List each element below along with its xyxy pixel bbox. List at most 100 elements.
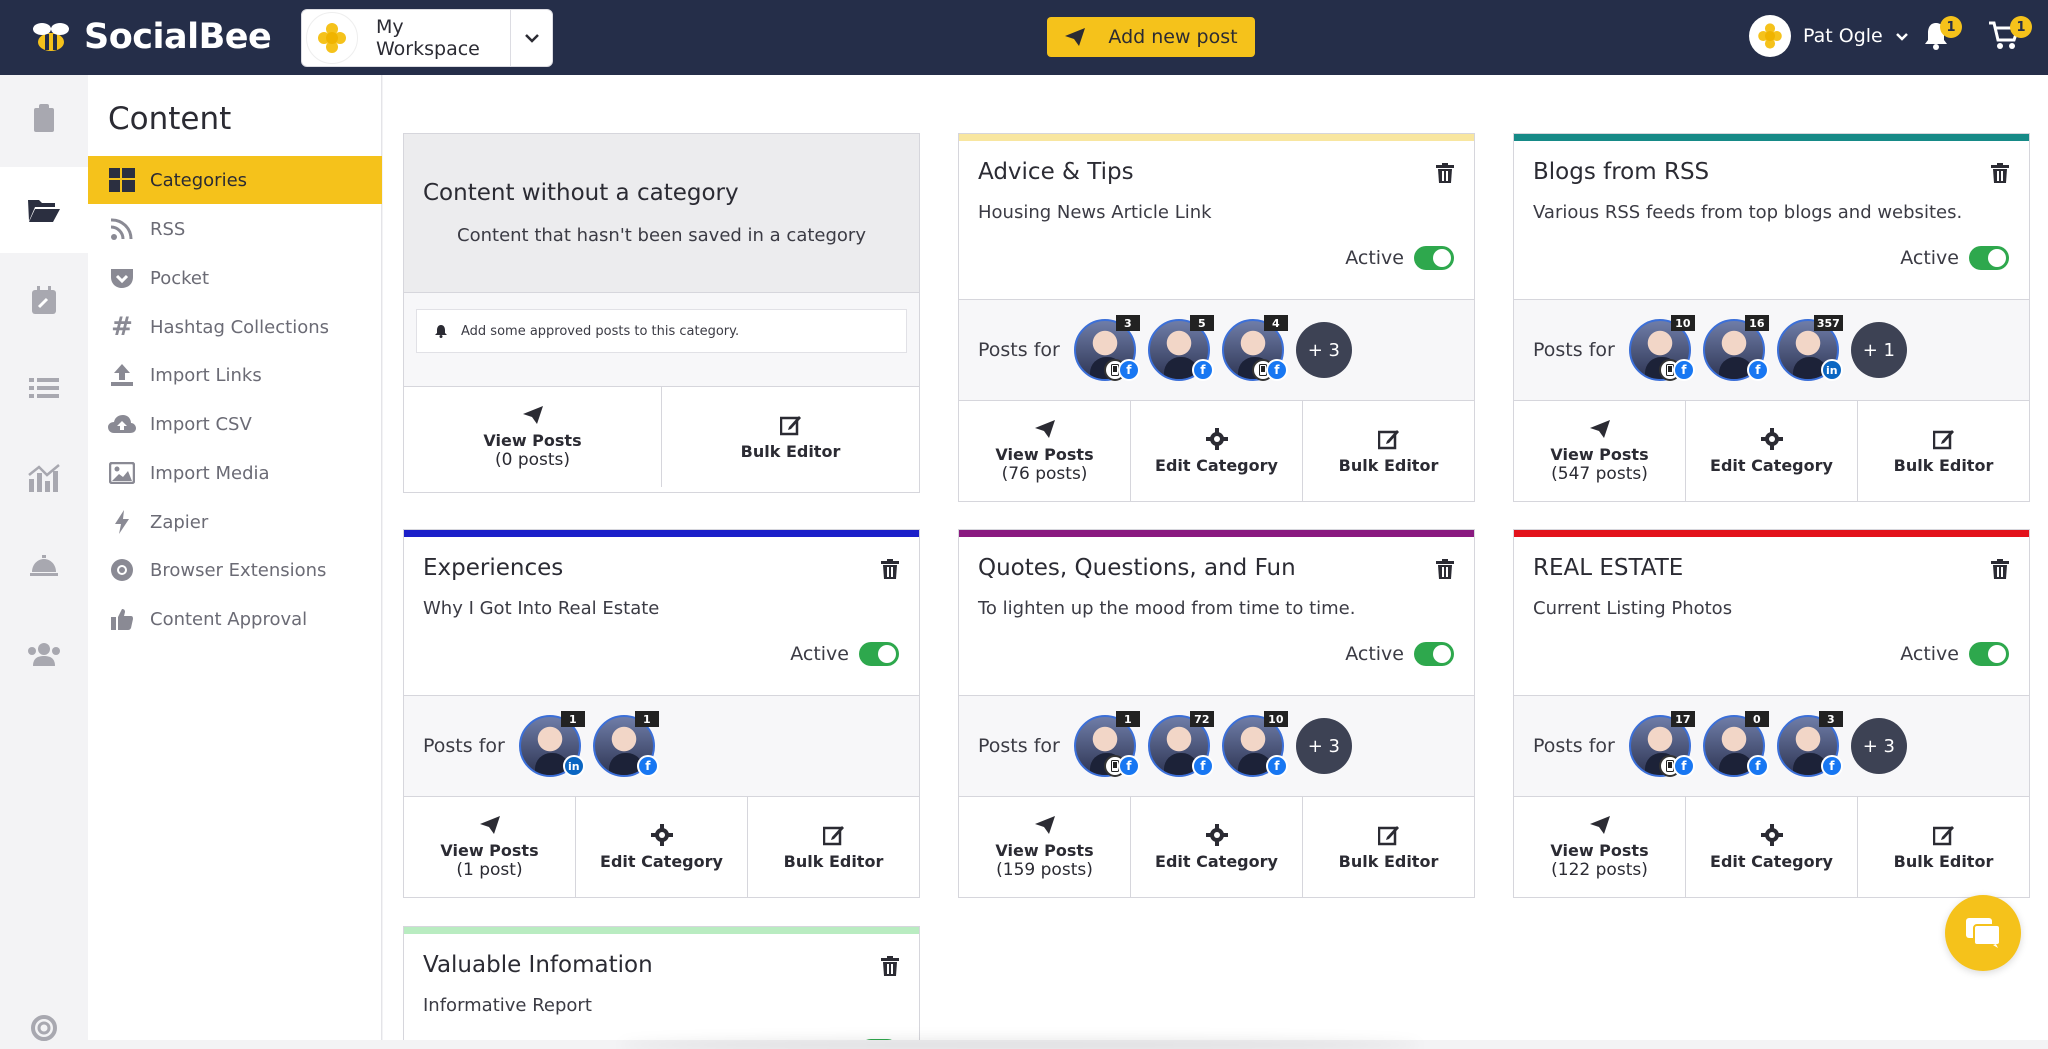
profile-post-count: 4 [1263,315,1288,331]
more-profiles-button[interactable]: + 1 [1850,322,1907,378]
menu-item-import-csv[interactable]: Import CSV [88,400,382,448]
edit-category-button[interactable]: Edit Category [576,797,748,897]
view-posts-button[interactable]: View Posts (159 posts) [959,797,1131,897]
workspace-avatar [306,12,358,64]
delete-category-button[interactable] [881,559,899,583]
active-toggle[interactable] [1414,642,1454,666]
profile-post-count: 1 [634,711,659,727]
bulk-editor-button[interactable]: Bulk Editor [748,797,919,897]
delete-category-button[interactable] [1991,163,2009,187]
profile-avatars: 17 f 0 f 3 f + 3 [1628,711,1907,777]
profile-post-count: 3 [1115,315,1140,331]
menu-item-hashtag-collections[interactable]: # Hashtag Collections [88,303,382,351]
rail-posts[interactable] [0,345,88,431]
profile-avatar[interactable]: 72 f [1147,711,1214,777]
profile-avatar[interactable]: 16 f [1702,315,1769,381]
bulk-editor-button[interactable]: Bulk Editor [1858,401,2029,501]
more-profiles-button[interactable]: + 3 [1850,718,1907,774]
menu-item-rss[interactable]: RSS [88,205,382,253]
profile-avatar[interactable]: 17 f [1628,711,1695,777]
user-name: Pat Ogle [1803,25,1883,47]
delete-category-button[interactable] [881,956,899,980]
rail-schedule[interactable] [0,257,88,343]
posts-for-row: Posts for 1 in 1 f [404,695,919,796]
view-posts-button[interactable]: View Posts (1 post) [404,797,576,897]
edit-category-button[interactable]: Edit Category [1131,797,1303,897]
rail-team[interactable] [0,611,88,697]
bulk-editor-button[interactable]: Bulk Editor [1858,797,2029,897]
rail-concierge[interactable] [0,523,88,609]
view-posts-button[interactable]: View Posts (76 posts) [959,401,1131,501]
post-count: (76 posts) [1001,463,1088,484]
rss-icon [108,215,136,243]
active-toggle[interactable] [859,642,899,666]
add-new-post-button[interactable]: Add new post [1047,17,1255,57]
card-title: Experiences [423,555,564,581]
view-posts-label: View Posts [995,840,1094,860]
rail-help[interactable] [0,985,88,1049]
socialbee-logo[interactable]: SocialBee [28,17,272,57]
menu-item-zapier[interactable]: Zapier [88,498,382,546]
profile-avatar[interactable]: 1 f [1073,711,1140,777]
workspace-selector[interactable]: My Workspace [301,9,553,67]
menu-item-import-links[interactable]: Import Links [88,351,382,399]
profile-avatar[interactable]: 3 f [1776,711,1843,777]
trash-icon [1436,163,1454,183]
edit-icon [1377,825,1399,845]
category-color-stripe [1514,530,2029,537]
profile-avatar[interactable]: 1 f [592,711,659,777]
profile-avatar[interactable]: 0 f [1702,711,1769,777]
menu-item-categories[interactable]: Categories [88,156,382,204]
edit-category-button[interactable]: Edit Category [1131,401,1303,501]
bulk-editor-button[interactable]: Bulk Editor [1303,401,1474,501]
chat-button[interactable] [1945,895,2021,971]
profile-avatar[interactable]: 5 f [1147,315,1214,381]
user-menu[interactable]: Pat Ogle [1749,15,1909,57]
edit-category-button[interactable]: Edit Category [1686,797,1858,897]
profile-avatar[interactable]: 1 in [518,711,585,777]
menu-item-pocket[interactable]: Pocket [88,254,382,302]
rail-content[interactable] [0,167,88,253]
profile-avatar[interactable]: 4 f [1221,315,1288,381]
linkedin-icon: in [1820,359,1843,381]
more-profiles-button[interactable]: + 3 [1295,322,1352,378]
delete-category-button[interactable] [1991,559,2009,583]
no-category-note: Add some approved posts to this category… [416,309,907,353]
view-posts-button[interactable]: View Posts (0 posts) [404,387,662,487]
view-posts-button[interactable]: View Posts (122 posts) [1514,797,1686,897]
profile-avatar[interactable]: 357 in [1776,315,1843,381]
chevron-down-icon [1895,32,1908,41]
menu-item-content-approval[interactable]: Content Approval [88,595,382,643]
facebook-icon: f [1117,755,1140,777]
profile-post-count: 1 [560,711,585,727]
bulk-editor-button[interactable]: Bulk Editor [1303,797,1474,897]
trash-icon [1436,559,1454,579]
delete-category-button[interactable] [1436,559,1454,583]
more-profiles-button[interactable]: + 3 [1295,718,1352,774]
bulk-editor-button[interactable]: Bulk Editor [662,387,919,487]
chevron-down-icon[interactable] [510,10,552,66]
notifications-button[interactable]: 1 [1922,16,1962,54]
menu-item-browser-extensions[interactable]: Browser Extensions [88,546,382,594]
card-header: Valuable Infomation Informative Report A… [404,934,919,1040]
view-posts-button[interactable]: View Posts (547 posts) [1514,401,1686,501]
card-title: Blogs from RSS [1533,159,1710,185]
posts-for-row: Posts for 17 f 0 f 3 f + 3 [1514,695,2029,796]
delete-category-button[interactable] [1436,163,1454,187]
active-toggle[interactable] [1969,642,2009,666]
active-toggle[interactable] [1969,246,2009,270]
bulk-editor-label: Bulk Editor [1893,851,1994,871]
profile-avatar[interactable]: 10 f [1221,711,1288,777]
profile-avatar[interactable]: 3 f [1073,315,1140,381]
no-category-note-area: Add some approved posts to this category… [404,292,919,386]
rail-dashboard[interactable] [0,75,88,161]
edit-category-label: Edit Category [1155,851,1278,871]
cart-button[interactable]: 1 [1988,16,2032,54]
card-actions: View Posts (1 post) Edit Category Bulk E… [404,796,919,897]
rail-analytics[interactable] [0,435,88,521]
active-toggle[interactable] [1414,246,1454,270]
card-header: Experiences Why I Got Into Real Estate A… [404,537,919,695]
profile-avatar[interactable]: 10 f [1628,315,1695,381]
menu-item-import-media[interactable]: Import Media [88,449,382,497]
edit-category-button[interactable]: Edit Category [1686,401,1858,501]
